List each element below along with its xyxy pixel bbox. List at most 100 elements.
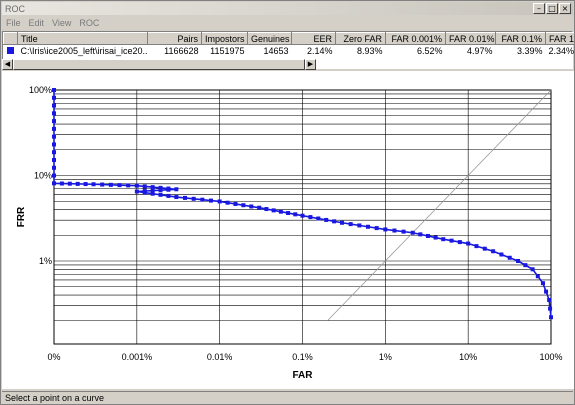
roc-point-marker xyxy=(142,184,147,189)
roc-point-marker xyxy=(158,188,163,193)
close-button[interactable]: × xyxy=(559,3,571,14)
x-tick-label: 0.1% xyxy=(292,352,313,362)
roc-chart[interactable]: 0% 0.001% 0.01% 0.1% 1% 10% 100% 100% 10% 1% FAR FR… xyxy=(2,71,574,389)
menu-bar: File Edit View ROC xyxy=(2,15,573,30)
x-tick-label: 100% xyxy=(539,352,562,362)
x-tick-label: 0.001% xyxy=(122,352,153,362)
roc-point-marker xyxy=(241,203,246,208)
column-header[interactable]: FAR 0.01% xyxy=(445,32,496,45)
roc-point-marker xyxy=(300,213,305,218)
roc-point-marker xyxy=(52,111,56,116)
x-tick-label: 10% xyxy=(459,352,477,362)
roc-point-marker xyxy=(52,126,56,131)
x-axis-label: FAR xyxy=(293,370,314,381)
roc-point-marker xyxy=(293,212,298,217)
maximize-button[interactable]: □ xyxy=(546,3,558,14)
y-axis-label: FRR xyxy=(16,206,27,227)
x-tick-label: 0% xyxy=(47,352,60,362)
roc-point-marker xyxy=(549,315,553,320)
table-row[interactable]: C:\Iris\ice2005_left\irisai_ice20... 116… xyxy=(4,45,575,57)
roc-point-marker xyxy=(332,219,337,224)
roc-point-marker xyxy=(374,226,379,231)
roc-point-marker xyxy=(410,230,415,235)
roc-point-marker xyxy=(392,228,397,233)
cell-far-01: 3.39% xyxy=(516,45,543,56)
cell-title: C:\Iris\ice2005_left\irisai_ice20... xyxy=(20,45,148,56)
cell-zero-far: 8.93% xyxy=(356,45,383,56)
roc-point-marker xyxy=(264,207,269,212)
roc-point-marker xyxy=(83,182,88,187)
roc-point-marker xyxy=(507,255,512,260)
roc-point-marker xyxy=(91,182,96,187)
roc-point-marker xyxy=(286,211,291,216)
roc-point-marker xyxy=(233,201,238,206)
series-color-swatch xyxy=(4,45,18,57)
roc-point-marker xyxy=(457,240,462,245)
roc-point-marker xyxy=(75,181,80,186)
roc-point-marker xyxy=(52,165,56,170)
minimize-button[interactable]: – xyxy=(533,3,545,14)
cell-impostors: 1151975 xyxy=(210,45,245,56)
roc-point-marker xyxy=(474,244,479,249)
scroll-right-icon[interactable]: ▶ xyxy=(305,59,316,70)
roc-point-marker xyxy=(324,217,329,222)
roc-point-marker xyxy=(271,208,276,213)
menu-file[interactable]: File xyxy=(2,18,25,28)
column-header[interactable]: Impostors xyxy=(201,32,248,45)
menu-edit[interactable]: Edit xyxy=(25,18,49,28)
roc-point-marker xyxy=(491,249,496,254)
column-header[interactable]: Pairs xyxy=(147,32,202,45)
roc-point-marker xyxy=(209,198,214,203)
column-header[interactable]: Zero FAR xyxy=(335,32,386,45)
roc-point-marker xyxy=(200,197,205,202)
roc-point-marker xyxy=(67,181,72,186)
column-header[interactable]: FAR 1% xyxy=(545,32,575,45)
roc-point-marker xyxy=(52,173,56,178)
roc-point-marker xyxy=(308,215,313,220)
roc-point-marker xyxy=(52,157,56,162)
roc-point-marker xyxy=(482,246,487,251)
scroll-left-icon[interactable]: ◀ xyxy=(2,59,13,70)
roc-point-marker xyxy=(540,281,545,286)
roc-point-marker xyxy=(150,191,155,196)
roc-chart-area[interactable]: 0% 0.001% 0.01% 0.1% 1% 10% 100% 100% 10% 1% FAR FR… xyxy=(2,71,574,389)
roc-point-marker xyxy=(523,263,528,268)
roc-point-marker xyxy=(340,220,345,225)
horizontal-scrollbar[interactable]: ◀ ▶ xyxy=(2,59,316,70)
cell-eer: 2.14% xyxy=(306,45,333,56)
window-title: ROC xyxy=(5,3,25,14)
column-header[interactable]: FAR 0.1% xyxy=(495,32,546,45)
roc-point-marker xyxy=(357,223,362,228)
color-column-header[interactable] xyxy=(3,32,18,45)
column-header[interactable]: FAR 0.001% xyxy=(385,32,446,45)
roc-point-marker xyxy=(166,187,171,192)
menu-roc[interactable]: ROC xyxy=(75,18,103,28)
roc-window: ROC – □ × File Edit View ROC Title Pairs… xyxy=(0,0,575,405)
x-tick-label: 1% xyxy=(379,352,392,362)
scroll-thumb[interactable] xyxy=(13,59,305,70)
roc-point-marker xyxy=(466,241,471,246)
y-tick-label: 1% xyxy=(39,256,52,266)
column-header[interactable]: Genuines xyxy=(247,32,292,45)
roc-point-marker xyxy=(499,252,504,257)
roc-point-marker xyxy=(425,233,430,238)
y-tick-label: 100% xyxy=(29,85,52,95)
roc-point-marker xyxy=(441,237,446,242)
roc-point-marker xyxy=(516,259,521,263)
roc-point-marker xyxy=(249,204,254,209)
roc-point-marker xyxy=(348,222,353,227)
roc-point-marker xyxy=(59,181,64,186)
title-bar[interactable]: ROC – □ × xyxy=(2,2,573,15)
roc-point-marker xyxy=(191,196,196,201)
roc-point-marker xyxy=(183,195,188,200)
roc-point-marker xyxy=(433,235,438,240)
column-header[interactable]: Title xyxy=(17,32,148,45)
table-header-row: Title Pairs Impostors Genuines EER Zero … xyxy=(3,32,575,45)
roc-point-marker xyxy=(418,232,423,237)
roc-point-marker xyxy=(544,289,549,294)
roc-point-marker xyxy=(401,229,406,234)
roc-point-marker xyxy=(174,187,179,192)
column-header[interactable]: EER xyxy=(291,32,336,45)
menu-view[interactable]: View xyxy=(48,18,75,28)
roc-point-marker xyxy=(366,224,371,229)
